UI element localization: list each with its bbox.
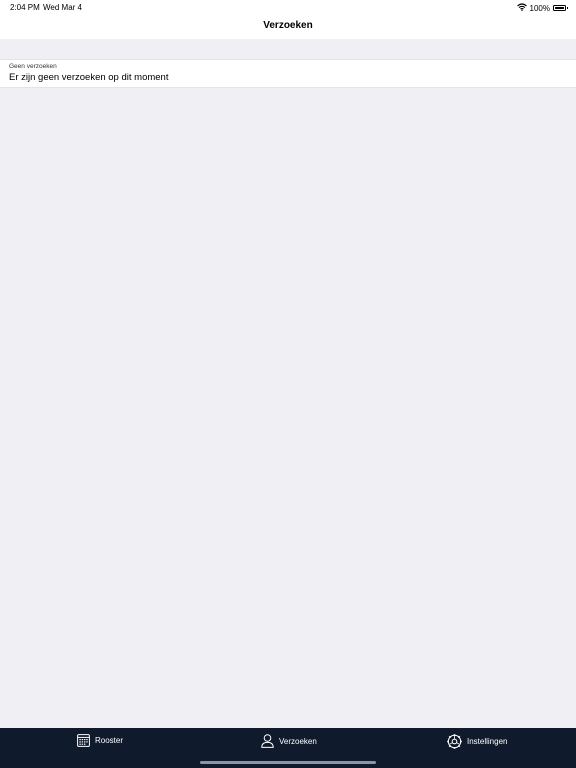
- battery-percent: 100%: [529, 3, 550, 13]
- battery-icon: [553, 5, 568, 11]
- calendar-icon: [77, 734, 90, 747]
- wifi-icon: [516, 3, 527, 13]
- battery-fill: [555, 7, 564, 9]
- tab-rooster-label: Rooster: [95, 736, 124, 745]
- person-icon: [261, 734, 274, 748]
- status-time: 2:04 PM: [10, 3, 40, 12]
- app-screen: 2:04 PM Wed Mar 4 100% Verzoeken Geen ve…: [0, 0, 576, 768]
- home-indicator[interactable]: [200, 761, 376, 764]
- status-date: Wed Mar 4: [43, 3, 82, 12]
- list-item-title: Er zijn geen verzoeken op dit moment: [9, 72, 169, 83]
- list-item[interactable]: Geen verzoeken Er zijn geen verzoeken op…: [0, 59, 576, 88]
- tab-verzoeken-label: Verzoeken: [279, 736, 317, 746]
- tab-instellingen[interactable]: Instellingen: [447, 734, 507, 749]
- list-item-subtitle: Geen verzoeken: [9, 63, 57, 70]
- tab-instellingen-label: Instellingen: [467, 737, 508, 746]
- tab-rooster[interactable]: Rooster: [77, 734, 123, 747]
- gear-icon: [447, 734, 462, 749]
- navigation-bar: Verzoeken: [0, 15, 576, 39]
- status-bar: 2:04 PM Wed Mar 4 100%: [0, 0, 576, 15]
- page-title: Verzoeken: [263, 20, 313, 31]
- tab-verzoeken[interactable]: Verzoeken: [261, 734, 317, 748]
- status-indicators: 100%: [516, 3, 568, 13]
- tab-bar: Rooster Verzoeken Instellingen: [0, 728, 576, 768]
